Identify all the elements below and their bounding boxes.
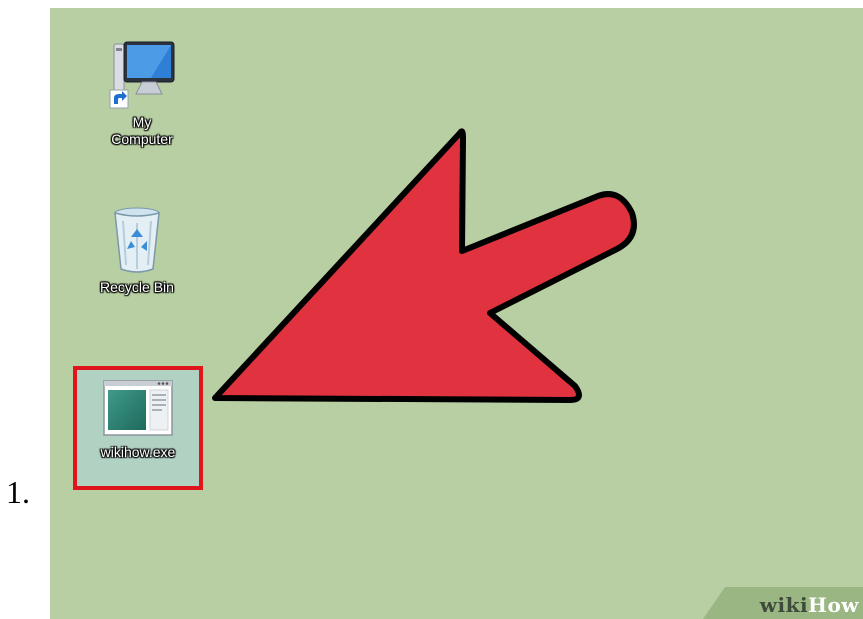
red-arrow-icon: [212, 128, 637, 403]
step-number: 1.: [6, 474, 30, 510]
watermark-how: How: [808, 593, 859, 617]
watermark: wikiHow: [703, 587, 863, 619]
page-root: 1. My Computer Recycle Bin wikihow.exe w…: [0, 0, 863, 619]
desktop[interactable]: My Computer Recycle Bin wikihow.exe wiki…: [50, 8, 863, 619]
wikihow-logo: wikiHow: [760, 593, 859, 617]
watermark-wiki: wiki: [759, 593, 809, 617]
